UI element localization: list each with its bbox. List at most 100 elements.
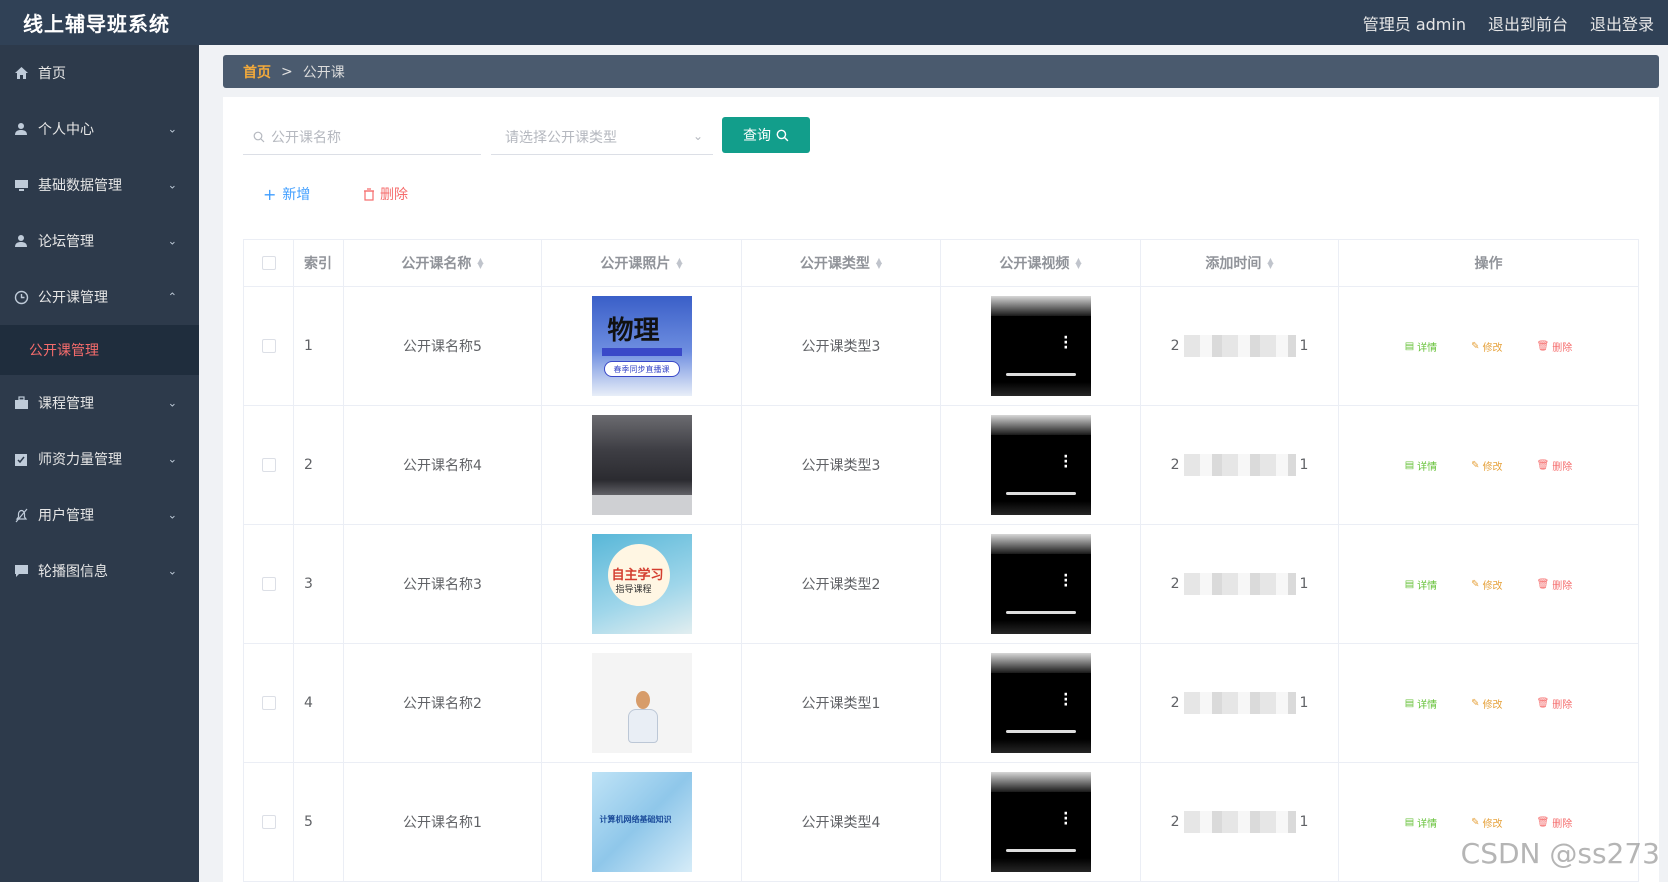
course-type-select[interactable]: 请选择公开课类型 ⌄ <box>491 119 713 155</box>
sidebar-item-carousel[interactable]: 轮播图信息 ⌄ <box>0 543 199 599</box>
sidebar-item-forum[interactable]: 论坛管理 ⌄ <box>0 213 199 269</box>
edit-button[interactable]: ✎ 修改 <box>1471 339 1502 354</box>
sidebar-item-open-course[interactable]: 公开课管理 ⌃ <box>0 269 199 325</box>
video-progress-bar[interactable] <box>1005 849 1076 852</box>
video-cell: · · · <box>941 287 1141 405</box>
course-photo[interactable]: 自主学习 指导课程 <box>591 534 692 634</box>
header-type[interactable]: 公开课类型 ▲ ▼ <box>742 240 941 286</box>
video-player[interactable]: · · · <box>990 653 1091 753</box>
video-player[interactable]: · · · <box>990 415 1091 515</box>
chevron-down-icon: ⌄ <box>692 129 703 143</box>
header-links: 管理员 admin 退出到前台 退出登录 <box>1363 11 1668 35</box>
select-all-checkbox[interactable] <box>261 256 276 270</box>
type-cell: 公开课类型3 <box>742 406 941 524</box>
more-vertical-icon[interactable]: · · · <box>1063 688 1068 712</box>
delete-button[interactable]: 🗑 删除 <box>1537 696 1573 711</box>
edit-label: 修改 <box>1482 580 1503 592</box>
edit-label: 修改 <box>1482 818 1503 830</box>
edit-button[interactable]: ✎ 修改 <box>1471 815 1502 830</box>
sidebar-item-users[interactable]: 用户管理 ⌄ <box>0 487 199 543</box>
trash-icon <box>363 187 375 201</box>
more-vertical-icon[interactable]: · · · <box>1063 331 1068 355</box>
clock-icon <box>13 289 29 305</box>
index-cell: 1 <box>294 287 344 405</box>
edit-button[interactable]: ✎ 修改 <box>1471 577 1502 592</box>
document-icon: ▤ <box>1404 340 1415 352</box>
header-name[interactable]: 公开课名称 ▲ ▼ <box>344 240 542 286</box>
add-button[interactable]: + 新增 <box>263 184 310 204</box>
row-checkbox[interactable] <box>261 339 276 353</box>
video-progress-bar[interactable] <box>1005 611 1076 614</box>
detail-button[interactable]: ▤ 详情 <box>1405 339 1437 354</box>
select-placeholder: 请选择公开课类型 <box>505 129 617 146</box>
batch-delete-button[interactable]: 删除 <box>363 184 408 204</box>
ops-cell: ▤ 详情 ✎ 修改 🗑 删除 <box>1339 287 1638 405</box>
index-cell: 2 <box>294 406 344 524</box>
more-vertical-icon[interactable]: · · · <box>1063 569 1068 593</box>
sidebar-item-home[interactable]: 首页 <box>0 45 199 101</box>
row-checkbox[interactable] <box>261 696 276 710</box>
delete-label: 删除 <box>1552 580 1573 592</box>
time-end: 1 <box>1299 576 1309 592</box>
video-progress-bar[interactable] <box>1005 373 1076 376</box>
row-checkbox[interactable] <box>261 577 276 591</box>
delete-button[interactable]: 🗑 删除 <box>1537 815 1573 830</box>
submenu-item-label: 公开课管理 <box>29 343 99 359</box>
delete-label: 删除 <box>1552 699 1573 711</box>
delete-button[interactable]: 🗑 删除 <box>1537 458 1573 473</box>
delete-button[interactable]: 🗑 删除 <box>1537 577 1573 592</box>
trash-icon: 🗑 <box>1536 459 1550 471</box>
photo-title: 自主学习 <box>611 568 664 583</box>
pencil-icon: ✎ <box>1471 816 1480 828</box>
chevron-down-icon: ⌄ <box>167 396 177 410</box>
query-button[interactable]: 查询 <box>722 117 810 153</box>
monitor-icon <box>13 177 29 193</box>
header-photo[interactable]: 公开课照片 ▲ ▼ <box>542 240 742 286</box>
sidebar-item-personal-center[interactable]: 个人中心 ⌄ <box>0 101 199 157</box>
briefcase-icon <box>13 395 29 411</box>
video-player[interactable]: · · · <box>990 772 1091 872</box>
row-checkbox[interactable] <box>261 815 276 829</box>
header-time[interactable]: 添加时间 ▲ ▼ <box>1141 240 1339 286</box>
admin-user-link[interactable]: 管理员 admin <box>1363 11 1466 35</box>
video-player[interactable]: · · · <box>990 534 1091 634</box>
time-start: 2 <box>1170 695 1180 711</box>
sort-icon[interactable]: ▲ ▼ <box>477 257 483 270</box>
detail-button[interactable]: ▤ 详情 <box>1405 577 1437 592</box>
type-cell: 公开课类型3 <box>742 287 941 405</box>
delete-button[interactable]: 🗑 删除 <box>1537 339 1573 354</box>
detail-button[interactable]: ▤ 详情 <box>1405 815 1437 830</box>
sort-icon[interactable]: ▲ ▼ <box>876 257 882 270</box>
video-progress-bar[interactable] <box>1005 492 1076 495</box>
sidebar-item-basic-data[interactable]: 基础数据管理 ⌄ <box>0 157 199 213</box>
edit-button[interactable]: ✎ 修改 <box>1471 458 1502 473</box>
video-cell: · · · <box>941 525 1141 643</box>
video-progress-bar[interactable] <box>1005 730 1076 733</box>
more-vertical-icon[interactable]: · · · <box>1063 807 1068 831</box>
sort-icon[interactable]: ▲ ▼ <box>1075 257 1081 270</box>
course-name-search-input[interactable]: 公开课名称 <box>243 119 481 155</box>
course-photo[interactable] <box>591 415 692 515</box>
detail-button[interactable]: ▤ 详情 <box>1405 458 1437 473</box>
sidebar-item-course[interactable]: 课程管理 ⌄ <box>0 375 199 431</box>
chevron-up-icon: ⌃ <box>167 290 177 304</box>
back-to-frontend-link[interactable]: 退出到前台 <box>1488 11 1568 35</box>
breadcrumb-home[interactable]: 首页 <box>243 62 271 82</box>
row-checkbox[interactable] <box>261 458 276 472</box>
more-vertical-icon[interactable]: · · · <box>1063 450 1068 474</box>
video-player[interactable]: · · · <box>990 296 1091 396</box>
sidebar-item-teachers[interactable]: 师资力量管理 ⌄ <box>0 431 199 487</box>
table-header-row: 索引 公开课名称 ▲ ▼ 公开课照片 ▲ ▼ 公开课类型 ▲ ▼ 公开课视频 ▲ ▼ 添加时间 ▲… <box>244 240 1638 287</box>
course-photo[interactable]: 物理 春季同步直播课 <box>591 296 692 396</box>
sort-icon[interactable]: ▲ ▼ <box>676 257 682 270</box>
course-photo[interactable] <box>591 653 692 753</box>
detail-button[interactable]: ▤ 详情 <box>1405 696 1437 711</box>
course-photo[interactable]: 计算机网络基础知识 <box>591 772 692 872</box>
edit-button[interactable]: ✎ 修改 <box>1471 696 1502 711</box>
sort-icon[interactable]: ▲ ▼ <box>1267 257 1273 270</box>
logout-link[interactable]: 退出登录 <box>1590 11 1654 35</box>
user-icon <box>13 233 29 249</box>
submenu-item-open-course-manage[interactable]: 公开课管理 <box>0 325 199 375</box>
photo-title: 物理 <box>607 316 660 346</box>
header-video[interactable]: 公开课视频 ▲ ▼ <box>941 240 1141 286</box>
